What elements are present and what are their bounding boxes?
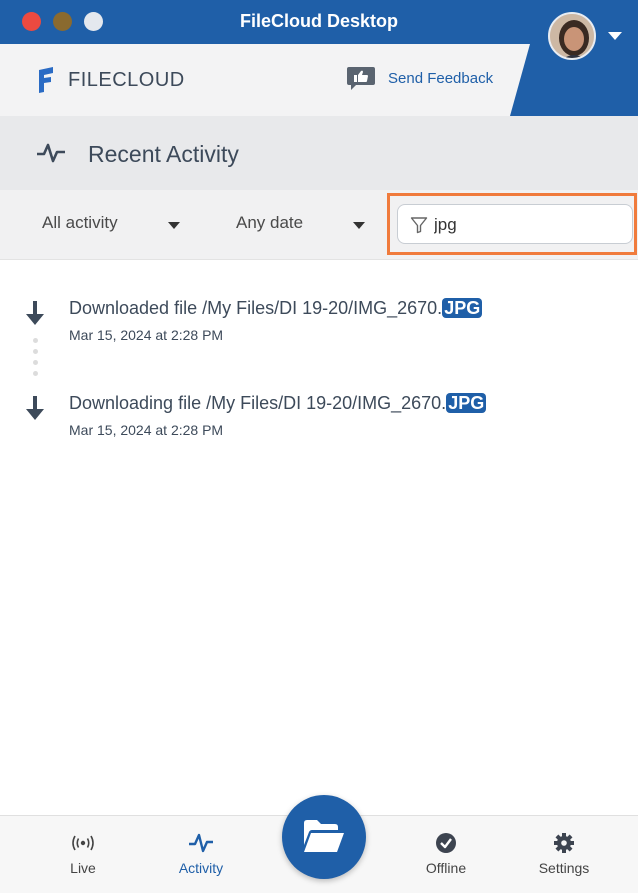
activity-pulse-icon (189, 833, 213, 853)
window-titlebar: FileCloud Desktop (0, 0, 638, 44)
nav-settings-label: Settings (538, 860, 590, 876)
download-arrow-icon (26, 301, 44, 325)
nav-offline-tab[interactable]: Offline (401, 816, 491, 893)
date-range-dropdown[interactable]: Any date (236, 213, 303, 233)
offline-check-icon (436, 833, 456, 853)
send-feedback-button[interactable]: Send Feedback (346, 64, 493, 92)
folder-open-icon (304, 820, 344, 852)
activity-dropdown-chevron-down-icon[interactable] (168, 222, 180, 229)
activity-message: Downloading file /My Files/DI 19-20/IMG_… (69, 393, 487, 414)
activity-timestamp: Mar 15, 2024 at 2:28 PM (69, 327, 224, 343)
user-menu-caret-icon[interactable] (608, 32, 622, 40)
date-dropdown-chevron-down-icon[interactable] (353, 222, 365, 229)
activity-timestamp: Mar 15, 2024 at 2:28 PM (69, 422, 224, 438)
activity-message: Downloaded file /My Files/DI 19-20/IMG_2… (69, 298, 483, 319)
activity-message-text: Downloading file /My Files/DI 19-20/IMG_… (69, 393, 447, 413)
activity-pulse-icon (37, 143, 65, 163)
timeline-connector (33, 338, 38, 386)
filecloud-logo: FILECLOUD (36, 66, 185, 94)
logo-text: FILECLOUD (68, 68, 185, 91)
window-title: FileCloud Desktop (239, 11, 398, 31)
recent-activity-header: Recent Activity (0, 116, 638, 190)
app-header: FILECLOUD Send Feedback (0, 44, 638, 116)
nav-offline-label: Offline (425, 860, 467, 876)
search-match-highlight: JPG (446, 393, 487, 413)
nav-live-tab[interactable]: Live (38, 816, 128, 893)
nav-settings-tab[interactable]: Settings (519, 816, 609, 893)
activity-list-item[interactable]: Downloading file /My Files/DI 19-20/IMG_… (0, 385, 638, 445)
download-arrow-icon (26, 396, 44, 420)
page-title: Recent Activity (88, 141, 239, 167)
feedback-thumbs-up-icon (347, 67, 375, 90)
activity-search-box[interactable] (397, 204, 633, 244)
nav-activity-label: Activity (178, 860, 224, 876)
activity-type-dropdown[interactable]: All activity (42, 213, 118, 233)
nav-activity-tab[interactable]: Activity (156, 816, 246, 893)
gear-icon (554, 833, 574, 853)
open-folder-button[interactable] (282, 795, 366, 879)
search-match-highlight: JPG (442, 298, 483, 318)
activity-list-item[interactable]: Downloaded file /My Files/DI 19-20/IMG_2… (0, 290, 638, 350)
filecloud-logo-icon (39, 67, 53, 93)
search-input[interactable] (434, 213, 614, 237)
filter-bar: All activity Any date (0, 190, 638, 260)
live-broadcast-icon (72, 835, 94, 851)
activity-message-text: Downloaded file /My Files/DI 19-20/IMG_2… (69, 298, 443, 318)
filter-funnel-icon (410, 217, 428, 234)
nav-live-label: Live (70, 860, 96, 876)
user-avatar[interactable] (548, 12, 596, 60)
send-feedback-label: Send Feedback (388, 69, 494, 87)
